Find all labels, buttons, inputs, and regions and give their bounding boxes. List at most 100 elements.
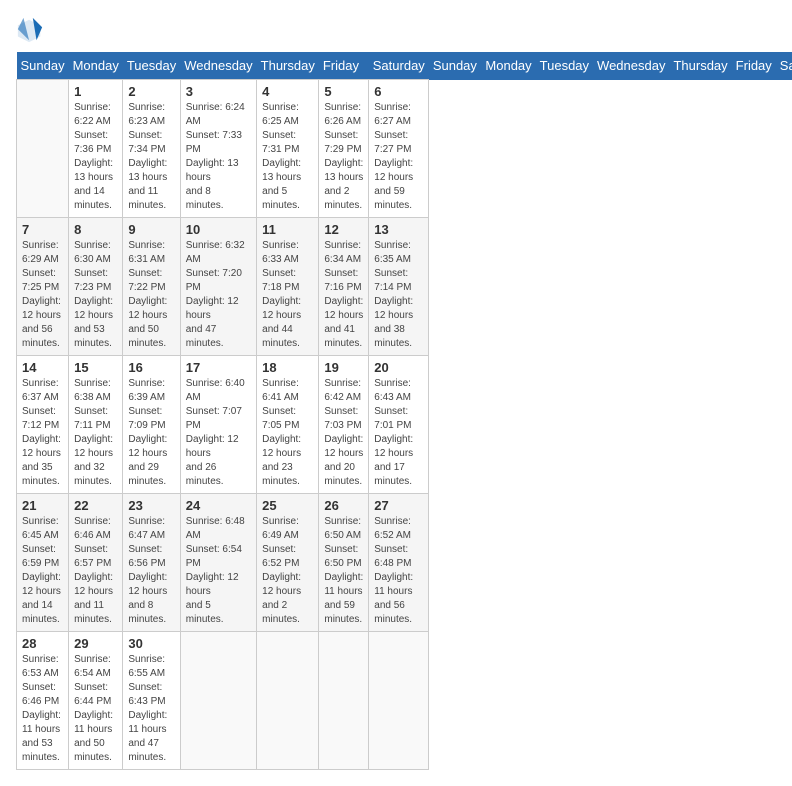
day-number: 25 xyxy=(262,498,313,513)
day-header-saturday: Saturday xyxy=(369,52,429,80)
calendar-cell: 30 Sunrise: 6:55 AMSunset: 6:43 PMDayligh… xyxy=(123,632,180,770)
day-info: Sunrise: 6:39 AMSunset: 7:09 PMDaylight:… xyxy=(128,377,174,489)
calendar-cell: 15 Sunrise: 6:38 AMSunset: 7:11 PMDayligh… xyxy=(69,356,123,494)
day-info: Sunrise: 6:31 AMSunset: 7:22 PMDaylight:… xyxy=(128,239,174,351)
logo-icon xyxy=(16,16,44,44)
day-number: 5 xyxy=(324,84,363,99)
day-info: Sunrise: 6:33 AMSunset: 7:18 PMDaylight:… xyxy=(262,239,313,351)
calendar-cell: 26Sunrise: 6:50 AMSunset: 6:50 PMDayligh… xyxy=(319,494,369,632)
day-header-thursday: Thursday xyxy=(669,52,731,80)
day-number: 6 xyxy=(374,84,423,99)
day-number: 29 xyxy=(74,636,117,651)
calendar-cell: 19 Sunrise: 6:42 AMSunset: 7:03 PMDayligh… xyxy=(319,356,369,494)
day-info: Sunrise: 6:22 AMSunset: 7:36 PMDaylight:… xyxy=(74,101,117,213)
day-info: Sunrise: 6:49 AMSunset: 6:52 PMDaylight:… xyxy=(262,515,313,627)
day-number: 19 xyxy=(324,360,363,375)
calendar-cell: 11 Sunrise: 6:33 AMSunset: 7:18 PMDayligh… xyxy=(257,218,319,356)
day-number: 11 xyxy=(262,222,313,237)
calendar-cell: 4Sunrise: 6:25 AMSunset: 7:31 PMDaylight… xyxy=(257,80,319,218)
day-info: Sunrise: 6:43 AMSunset: 7:01 PMDaylight:… xyxy=(374,377,423,489)
day-info: Sunrise: 6:45 AMSunset: 6:59 PMDaylight:… xyxy=(22,515,63,627)
calendar-cell: 6Sunrise: 6:27 AMSunset: 7:27 PMDaylight… xyxy=(369,80,429,218)
calendar-cell: 24 Sunrise: 6:48 AMSunset: 6:54 PMDayligh… xyxy=(180,494,256,632)
day-info: Sunrise: 6:23 AMSunset: 7:34 PMDaylight:… xyxy=(128,101,174,213)
day-header-sunday: Sunday xyxy=(429,52,482,80)
day-info: Sunrise: 6:38 AMSunset: 7:11 PMDaylight:… xyxy=(74,377,117,489)
day-number: 30 xyxy=(128,636,174,651)
day-header-tuesday: Tuesday xyxy=(123,52,180,80)
day-info: Sunrise: 6:55 AMSunset: 6:43 PMDaylight:… xyxy=(128,653,174,765)
day-number: 10 xyxy=(186,222,251,237)
calendar-week-3: 21 Sunrise: 6:45 AMSunset: 6:59 PMDayligh… xyxy=(17,494,792,632)
day-number: 9 xyxy=(128,222,174,237)
day-info: Sunrise: 6:37 AMSunset: 7:12 PMDaylight:… xyxy=(22,377,63,489)
day-number: 16 xyxy=(128,360,174,375)
page-header xyxy=(16,16,776,44)
day-header-monday: Monday xyxy=(69,52,123,80)
day-number: 18 xyxy=(262,360,313,375)
day-number: 1 xyxy=(74,84,117,99)
day-number: 14 xyxy=(22,360,63,375)
calendar-cell xyxy=(369,632,429,770)
day-number: 22 xyxy=(74,498,117,513)
calendar-cell: 23Sunrise: 6:47 AMSunset: 6:56 PMDayligh… xyxy=(123,494,180,632)
day-info: Sunrise: 6:29 AMSunset: 7:25 PMDaylight:… xyxy=(22,239,63,351)
day-info: Sunrise: 6:54 AMSunset: 6:44 PMDaylight:… xyxy=(74,653,117,765)
calendar-cell: 13Sunrise: 6:35 AMSunset: 7:14 PMDayligh… xyxy=(369,218,429,356)
day-header-friday: Friday xyxy=(319,52,369,80)
calendar-cell: 20 Sunrise: 6:43 AMSunset: 7:01 PMDayligh… xyxy=(369,356,429,494)
day-number: 21 xyxy=(22,498,63,513)
calendar-cell: 8 Sunrise: 6:30 AMSunset: 7:23 PMDaylight… xyxy=(69,218,123,356)
calendar-cell xyxy=(257,632,319,770)
day-header-saturday: Saturday xyxy=(776,52,792,80)
day-info: Sunrise: 6:47 AMSunset: 6:56 PMDaylight:… xyxy=(128,515,174,627)
day-header-friday: Friday xyxy=(732,52,776,80)
day-info: Sunrise: 6:48 AMSunset: 6:54 PMDaylight:… xyxy=(186,515,251,627)
calendar-cell: 17 Sunrise: 6:40 AMSunset: 7:07 PMDayligh… xyxy=(180,356,256,494)
calendar-cell: 21 Sunrise: 6:45 AMSunset: 6:59 PMDayligh… xyxy=(17,494,69,632)
calendar-cell: 14 Sunrise: 6:37 AMSunset: 7:12 PMDayligh… xyxy=(17,356,69,494)
day-info: Sunrise: 6:26 AMSunset: 7:29 PMDaylight:… xyxy=(324,101,363,213)
day-number: 20 xyxy=(374,360,423,375)
calendar-cell: 7 Sunrise: 6:29 AMSunset: 7:25 PMDaylight… xyxy=(17,218,69,356)
day-header-monday: Monday xyxy=(481,52,535,80)
day-info: Sunrise: 6:46 AMSunset: 6:57 PMDaylight:… xyxy=(74,515,117,627)
day-info: Sunrise: 6:32 AMSunset: 7:20 PMDaylight:… xyxy=(186,239,251,351)
calendar-week-0: 1 Sunrise: 6:22 AMSunset: 7:36 PMDaylight… xyxy=(17,80,792,218)
calendar-cell: 27Sunrise: 6:52 AMSunset: 6:48 PMDayligh… xyxy=(369,494,429,632)
calendar-cell: 22 Sunrise: 6:46 AMSunset: 6:57 PMDayligh… xyxy=(69,494,123,632)
day-number: 26 xyxy=(324,498,363,513)
day-info: Sunrise: 6:40 AMSunset: 7:07 PMDaylight:… xyxy=(186,377,251,489)
day-info: Sunrise: 6:25 AMSunset: 7:31 PMDaylight:… xyxy=(262,101,313,213)
day-header-wednesday: Wednesday xyxy=(180,52,256,80)
calendar-cell: 3Sunrise: 6:24 AMSunset: 7:33 PMDaylight… xyxy=(180,80,256,218)
day-header-tuesday: Tuesday xyxy=(536,52,593,80)
day-number: 17 xyxy=(186,360,251,375)
day-info: Sunrise: 6:41 AMSunset: 7:05 PMDaylight:… xyxy=(262,377,313,489)
day-number: 7 xyxy=(22,222,63,237)
calendar-cell: 25 Sunrise: 6:49 AMSunset: 6:52 PMDayligh… xyxy=(257,494,319,632)
day-number: 12 xyxy=(324,222,363,237)
day-info: Sunrise: 6:34 AMSunset: 7:16 PMDaylight:… xyxy=(324,239,363,351)
calendar-cell: 29 Sunrise: 6:54 AMSunset: 6:44 PMDayligh… xyxy=(69,632,123,770)
day-info: Sunrise: 6:53 AMSunset: 6:46 PMDaylight:… xyxy=(22,653,63,765)
calendar-cell: 16 Sunrise: 6:39 AMSunset: 7:09 PMDayligh… xyxy=(123,356,180,494)
calendar-cell xyxy=(180,632,256,770)
day-number: 24 xyxy=(186,498,251,513)
calendar-cell: 28 Sunrise: 6:53 AMSunset: 6:46 PMDayligh… xyxy=(17,632,69,770)
day-info: Sunrise: 6:35 AMSunset: 7:14 PMDaylight:… xyxy=(374,239,423,351)
day-number: 3 xyxy=(186,84,251,99)
day-number: 28 xyxy=(22,636,63,651)
calendar-week-1: 7 Sunrise: 6:29 AMSunset: 7:25 PMDaylight… xyxy=(17,218,792,356)
day-number: 15 xyxy=(74,360,117,375)
day-info: Sunrise: 6:30 AMSunset: 7:23 PMDaylight:… xyxy=(74,239,117,351)
day-number: 8 xyxy=(74,222,117,237)
calendar-cell: 18 Sunrise: 6:41 AMSunset: 7:05 PMDayligh… xyxy=(257,356,319,494)
logo xyxy=(16,16,48,44)
day-header-wednesday: Wednesday xyxy=(593,52,669,80)
day-info: Sunrise: 6:42 AMSunset: 7:03 PMDaylight:… xyxy=(324,377,363,489)
day-number: 27 xyxy=(374,498,423,513)
day-header-sunday: Sunday xyxy=(17,52,69,80)
calendar-week-2: 14 Sunrise: 6:37 AMSunset: 7:12 PMDayligh… xyxy=(17,356,792,494)
calendar-table: SundayMondayTuesdayWednesdayThursdayFrid… xyxy=(16,52,792,770)
